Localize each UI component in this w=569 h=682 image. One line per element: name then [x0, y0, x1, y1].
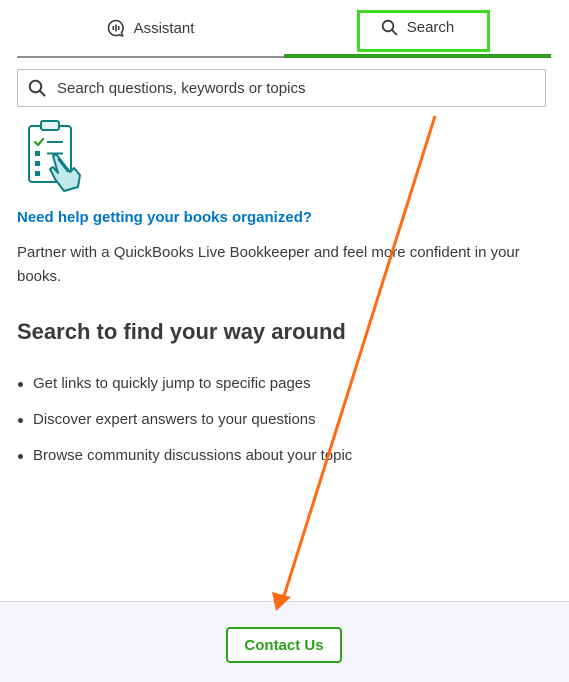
promo-description: Partner with a QuickBooks Live Bookkeepe…: [17, 244, 520, 285]
tab-bar: Assistant Search: [17, 0, 551, 58]
tab-search[interactable]: Search: [284, 0, 551, 58]
search-icon: [28, 79, 46, 97]
search-input[interactable]: [57, 79, 517, 97]
search-section-title: Search to find your way around: [17, 319, 346, 344]
footer: Contact Us: [0, 601, 569, 682]
list-item: Discover expert answers to your question…: [17, 410, 352, 446]
list-item: Get links to quickly jump to specific pa…: [17, 374, 352, 410]
contact-us-button[interactable]: Contact Us: [226, 627, 342, 663]
chat-assistant-icon: [107, 19, 125, 37]
clipboard-checklist-icon: [25, 118, 85, 194]
tab-search-label: Search: [406, 18, 455, 36]
search-icon: [381, 19, 398, 36]
tab-assistant[interactable]: Assistant: [17, 0, 284, 58]
tab-assistant-label: Assistant: [133, 19, 195, 37]
bookkeeping-help-link[interactable]: Need help getting your books organized?: [17, 209, 312, 226]
search-tips-list: Get links to quickly jump to specific pa…: [17, 374, 352, 482]
list-item: Browse community discussions about your …: [17, 446, 352, 482]
search-field[interactable]: [17, 69, 546, 107]
